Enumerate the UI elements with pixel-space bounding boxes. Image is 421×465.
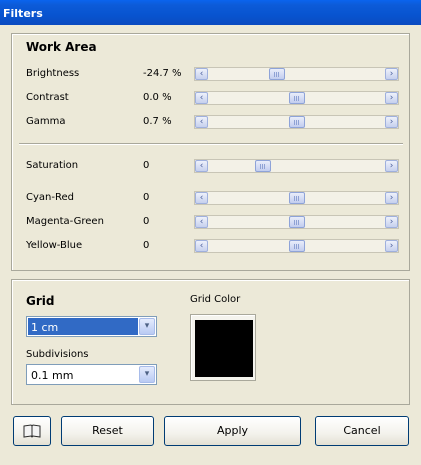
gamma-value: 0.7 % xyxy=(143,116,172,127)
grid-size-select[interactable]: 1 cm ▾ xyxy=(26,316,157,337)
brightness-slider[interactable]: ‹ › xyxy=(194,67,399,81)
window-title: Filters xyxy=(3,7,43,20)
work-area-title: Work Area xyxy=(26,40,97,54)
left-arrow-icon[interactable]: ‹ xyxy=(195,240,208,252)
magenta-green-label: Magenta-Green xyxy=(26,216,104,227)
cyan-red-slider[interactable]: ‹ › xyxy=(194,191,399,205)
left-arrow-icon[interactable]: ‹ xyxy=(195,160,208,172)
grid-title: Grid xyxy=(26,294,55,308)
magenta-green-slider[interactable]: ‹ › xyxy=(194,215,399,229)
reset-button[interactable]: Reset xyxy=(61,416,154,446)
gamma-slider[interactable]: ‹ › xyxy=(194,115,399,129)
subdivisions-label: Subdivisions xyxy=(26,349,89,360)
magenta-green-value: 0 xyxy=(143,216,150,227)
right-arrow-icon[interactable]: › xyxy=(385,68,398,80)
subdivisions-select[interactable]: 0.1 mm ▾ xyxy=(26,364,157,385)
right-arrow-icon[interactable]: › xyxy=(385,192,398,204)
saturation-value: 0 xyxy=(143,160,150,171)
right-arrow-icon[interactable]: › xyxy=(385,92,398,104)
left-arrow-icon[interactable]: ‹ xyxy=(195,192,208,204)
brightness-label: Brightness xyxy=(26,68,80,79)
apply-button[interactable]: Apply xyxy=(164,416,301,446)
grid-color-swatch xyxy=(195,320,253,377)
grid-color-picker[interactable] xyxy=(190,314,256,381)
slider-thumb[interactable] xyxy=(288,240,305,252)
right-arrow-icon[interactable]: › xyxy=(385,216,398,228)
slider-thumb[interactable] xyxy=(288,92,305,104)
left-arrow-icon[interactable]: ‹ xyxy=(195,116,208,128)
cancel-button[interactable]: Cancel xyxy=(315,416,409,446)
book-icon xyxy=(23,424,41,438)
right-arrow-icon[interactable]: › xyxy=(385,160,398,172)
right-arrow-icon[interactable]: › xyxy=(385,116,398,128)
brightness-value: -24.7 % xyxy=(143,68,182,79)
grid-size-value: 1 cm xyxy=(28,318,138,335)
yellow-blue-value: 0 xyxy=(143,240,150,251)
contrast-slider[interactable]: ‹ › xyxy=(194,91,399,105)
yellow-blue-label: Yellow-Blue xyxy=(26,240,83,251)
book-button[interactable] xyxy=(13,416,51,446)
chevron-down-icon[interactable]: ▾ xyxy=(139,318,155,335)
left-arrow-icon[interactable]: ‹ xyxy=(195,92,208,104)
left-arrow-icon[interactable]: ‹ xyxy=(195,216,208,228)
slider-thumb[interactable] xyxy=(288,192,305,204)
chevron-down-icon[interactable]: ▾ xyxy=(139,366,155,383)
right-arrow-icon[interactable]: › xyxy=(385,240,398,252)
slider-thumb[interactable] xyxy=(288,216,305,228)
contrast-value: 0.0 % xyxy=(143,92,172,103)
grid-color-label: Grid Color xyxy=(190,294,241,305)
slider-thumb[interactable] xyxy=(288,116,305,128)
gamma-label: Gamma xyxy=(26,116,66,127)
slider-thumb[interactable] xyxy=(269,68,286,80)
left-arrow-icon[interactable]: ‹ xyxy=(195,68,208,80)
saturation-label: Saturation xyxy=(26,160,79,171)
saturation-slider[interactable]: ‹ › xyxy=(194,159,399,173)
work-area-divider xyxy=(19,143,403,144)
subdivisions-value: 0.1 mm xyxy=(31,369,74,382)
contrast-label: Contrast xyxy=(26,92,69,103)
yellow-blue-slider[interactable]: ‹ › xyxy=(194,239,399,253)
slider-thumb[interactable] xyxy=(254,160,271,172)
cyan-red-value: 0 xyxy=(143,192,150,203)
cyan-red-label: Cyan-Red xyxy=(26,192,74,203)
window-title-bar: Filters xyxy=(0,0,421,25)
